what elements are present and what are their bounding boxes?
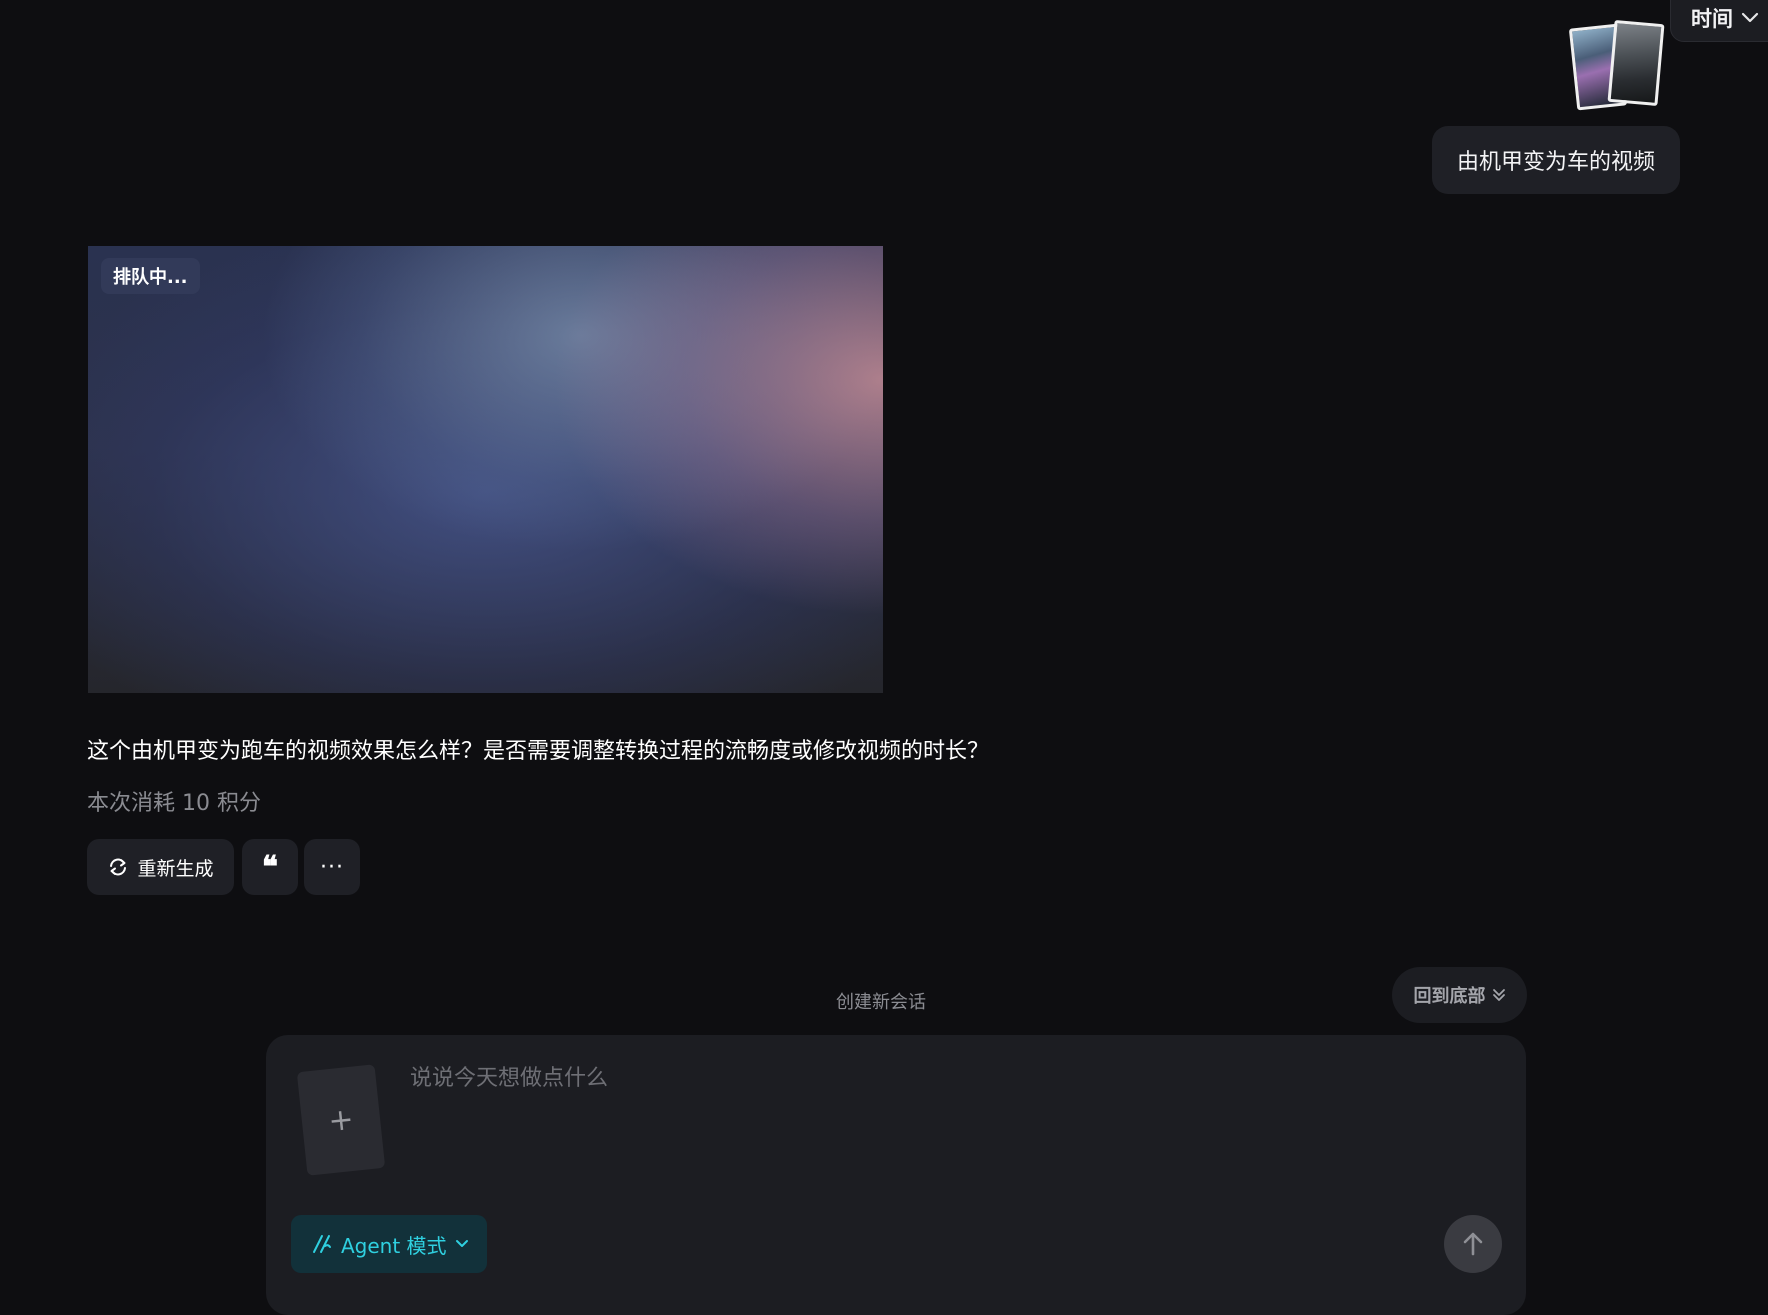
agent-icon	[313, 1235, 331, 1253]
chevron-down-icon	[1741, 12, 1759, 23]
back-to-bottom-button[interactable]: 回到底部	[1392, 967, 1527, 1023]
regenerate-button[interactable]: 重新生成	[87, 839, 234, 895]
agent-mode-dropdown[interactable]: Agent 模式	[291, 1215, 487, 1273]
assistant-message-text: 这个由机甲变为跑车的视频效果怎么样？是否需要调整转换过程的流畅度或修改视频的时长…	[87, 739, 990, 764]
back-to-bottom-label: 回到底部	[1413, 986, 1486, 1007]
regenerate-label: 重新生成	[137, 857, 214, 880]
new-session-link[interactable]: 创建新会话	[836, 988, 926, 1014]
user-message-text: 由机甲变为车的视频	[1456, 150, 1655, 175]
send-button[interactable]	[1444, 1215, 1502, 1273]
agent-mode-label: Agent 模式	[341, 1233, 447, 1258]
queue-status-badge: 排队中...	[101, 258, 200, 294]
queue-status-text: 排队中...	[113, 267, 188, 288]
user-message-bubble: 由机甲变为车的视频	[1432, 126, 1680, 194]
reference-image-thumbnail	[1607, 19, 1665, 107]
chevron-down-icon	[455, 1240, 468, 1247]
credit-cost-note: 本次消耗 10 积分	[87, 791, 261, 816]
double-chevron-down-icon	[1492, 989, 1505, 1001]
arrow-up-icon	[1463, 1232, 1483, 1256]
prompt-input[interactable]	[410, 1058, 1490, 1098]
video-preview[interactable]	[88, 246, 883, 693]
plus-icon: +	[326, 1101, 356, 1139]
sort-dropdown[interactable]: 时间	[1670, 0, 1768, 42]
upload-reference-button[interactable]: +	[296, 1064, 386, 1176]
sort-label: 时间	[1691, 7, 1733, 31]
reference-image-stack[interactable]	[1565, 18, 1675, 111]
more-options-button[interactable]: ···	[304, 839, 360, 895]
refresh-icon	[110, 858, 127, 876]
more-icon: ···	[320, 854, 344, 880]
quote-icon: ❝	[261, 849, 279, 885]
quote-button[interactable]: ❝	[242, 839, 298, 895]
